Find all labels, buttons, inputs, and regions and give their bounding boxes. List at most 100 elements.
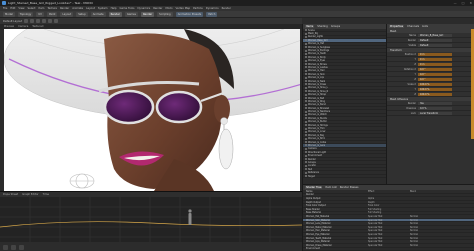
layout-tab[interactable]: Setup	[76, 11, 88, 17]
visibility-icon[interactable]	[305, 32, 307, 35]
property-value-field[interactable]: 100.0 %	[418, 87, 452, 91]
layout-label[interactable]: Default Layout	[3, 20, 22, 23]
visibility-icon[interactable]	[305, 83, 307, 86]
menu-item[interactable]: Game Tools	[120, 7, 135, 10]
menu-item[interactable]: Help	[111, 7, 117, 10]
shader-tab[interactable]: Shader Tree	[305, 186, 323, 189]
property-value-field[interactable]: Default	[418, 43, 452, 47]
tool-button[interactable]	[48, 19, 53, 23]
menu-item[interactable]: File	[3, 7, 7, 10]
layout-tab-right[interactable]: Patch	[206, 11, 218, 17]
layout-tab[interactable]: Games	[124, 11, 138, 17]
shader-column-label[interactable]: Name	[306, 190, 366, 193]
visibility-icon[interactable]	[305, 56, 307, 59]
menu-item[interactable]: System	[98, 7, 108, 10]
visibility-icon[interactable]	[305, 86, 307, 89]
visibility-icon[interactable]	[305, 144, 307, 147]
menu-item[interactable]: Item	[39, 7, 45, 10]
menu-item[interactable]: Texture	[47, 7, 57, 10]
visibility-icon[interactable]	[305, 66, 307, 69]
visibility-icon[interactable]	[305, 174, 307, 177]
play-button[interactable]	[3, 244, 8, 250]
layout-tab[interactable]: Render	[108, 11, 122, 17]
visibility-icon[interactable]	[305, 90, 307, 93]
viewport-camera[interactable]: Camera	[18, 25, 28, 28]
items-tab[interactable]: Items	[305, 25, 315, 28]
visibility-icon[interactable]	[305, 103, 307, 106]
properties-tab[interactable]: Lists	[422, 25, 428, 28]
visibility-icon[interactable]	[305, 171, 307, 174]
visibility-icon[interactable]	[305, 76, 307, 79]
shader-tab[interactable]: Render Passes	[340, 186, 359, 189]
visibility-icon[interactable]	[305, 46, 307, 49]
list-item[interactable]: Target	[303, 174, 386, 179]
shader-tab[interactable]: Item List	[325, 186, 336, 189]
menu-item[interactable]: Select	[28, 7, 36, 10]
visibility-icon[interactable]	[305, 107, 307, 110]
property-value-field[interactable]: 0 m	[418, 52, 452, 56]
visibility-icon[interactable]	[305, 69, 307, 72]
items-tab[interactable]: Shading	[317, 25, 328, 28]
viewport-shading[interactable]: Textured	[32, 25, 43, 28]
menu-item[interactable]: Dynamics	[137, 7, 150, 10]
tool-button[interactable]	[36, 19, 41, 23]
visibility-icon[interactable]	[305, 80, 307, 83]
visibility-icon[interactable]	[305, 52, 307, 55]
stop-button[interactable]	[11, 244, 16, 250]
menu-item[interactable]: Layout	[86, 7, 95, 10]
property-value-field[interactable]: 100.0 %	[418, 82, 452, 86]
menu-item[interactable]: Modo	[165, 7, 172, 10]
visibility-icon[interactable]	[305, 113, 307, 116]
property-value-field[interactable]: Default	[418, 38, 452, 42]
layout-tab[interactable]: Scripting	[157, 11, 173, 17]
tab-graph-editor[interactable]: Graph Editor	[22, 193, 38, 196]
visibility-icon[interactable]	[305, 158, 307, 161]
property-value-field[interactable]: Woman_B_Base_Girl	[418, 33, 452, 37]
visibility-icon[interactable]	[305, 35, 307, 38]
visibility-icon[interactable]	[305, 168, 307, 171]
property-value-field[interactable]: 0.0 °	[418, 72, 452, 76]
minimize-button[interactable]: —	[454, 1, 457, 5]
items-tab[interactable]: Groups	[331, 25, 340, 28]
visibility-icon[interactable]	[305, 164, 307, 167]
visibility-icon[interactable]	[305, 29, 307, 32]
visibility-icon[interactable]	[305, 49, 307, 52]
menu-item[interactable]: Render	[60, 7, 69, 10]
tool-button[interactable]	[24, 19, 29, 23]
visibility-icon[interactable]	[305, 120, 307, 123]
visibility-icon[interactable]	[305, 100, 307, 103]
viewport-mode[interactable]: Preview	[4, 25, 14, 28]
visibility-icon[interactable]	[305, 42, 307, 45]
menu-item[interactable]: Dynamics	[206, 7, 219, 10]
layout-tab[interactable]: Animate	[90, 11, 106, 17]
property-value-field[interactable]: 0.0 %	[418, 106, 452, 110]
tab-time[interactable]: Time	[43, 193, 49, 196]
visibility-icon[interactable]	[305, 124, 307, 127]
menu-item[interactable]: Vertex Map	[176, 7, 191, 10]
menu-item[interactable]: Animate	[72, 7, 83, 10]
visibility-icon[interactable]	[305, 63, 307, 66]
layout-tab-right[interactable]: Animation Presets	[175, 11, 204, 17]
layout-tab[interactable]: UV	[36, 11, 44, 17]
property-value-field[interactable]: 0 m	[418, 57, 452, 61]
visibility-icon[interactable]	[305, 73, 307, 76]
maximize-button[interactable]: □	[462, 1, 465, 5]
visibility-icon[interactable]	[305, 39, 307, 42]
tool-button[interactable]	[30, 19, 35, 23]
shader-column-label[interactable]: Effect	[368, 190, 408, 193]
layout-tab[interactable]: Paint	[46, 11, 58, 17]
shader-column-label[interactable]: Blend	[410, 190, 416, 193]
menu-item[interactable]: Render	[153, 7, 162, 10]
tab-dope-sheet[interactable]: Dope Sheet	[3, 193, 18, 196]
visibility-icon[interactable]	[305, 141, 307, 144]
property-value-field[interactable]: 100.0 %	[418, 92, 452, 96]
property-value-field[interactable]: 0.0 °	[418, 77, 452, 81]
property-value-field[interactable]: Local Transform	[418, 111, 452, 115]
visibility-icon[interactable]	[305, 130, 307, 133]
menu-item[interactable]: Render	[222, 7, 231, 10]
visibility-icon[interactable]	[305, 147, 307, 150]
visibility-icon[interactable]	[305, 127, 307, 130]
tool-button[interactable]	[42, 19, 47, 23]
properties-tab[interactable]: Channels	[407, 25, 419, 28]
visibility-icon[interactable]	[305, 154, 307, 157]
